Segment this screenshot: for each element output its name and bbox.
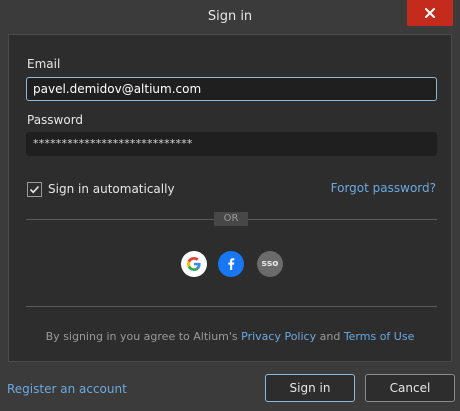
title-bar: Sign in [0,0,460,34]
terms-of-use-link[interactable]: Terms of Use [344,330,415,343]
email-field[interactable]: pavel.demidov@altium.com [26,77,437,101]
window-title: Sign in [207,9,253,24]
password-field[interactable]: **************************** [26,132,437,156]
google-signin-button[interactable] [181,251,207,277]
bottom-divider [26,306,437,307]
auto-signin-label: Sign in automatically [48,182,175,196]
google-icon [187,257,201,271]
privacy-policy-link[interactable]: Privacy Policy [241,330,316,343]
sign-in-button[interactable]: Sign in [265,374,355,402]
sso-signin-button[interactable]: sso [257,251,283,277]
register-account-link[interactable]: Register an account [7,382,127,396]
or-label: OR [214,212,248,226]
forgot-password-link[interactable]: Forgot password? [331,181,436,195]
agreement-and: and [316,330,344,343]
close-icon [425,8,435,18]
agreement-text: By signing in you agree to Altium's Priv… [9,330,451,343]
auto-signin-row[interactable]: Sign in automatically [27,181,175,197]
facebook-icon [228,258,235,270]
email-label: Email [27,57,61,71]
password-label: Password [27,113,84,127]
check-icon [29,185,40,193]
sign-in-panel: Email pavel.demidov@altium.com Password … [8,34,452,362]
close-button[interactable] [407,0,453,26]
agreement-prefix: By signing in you agree to Altium's [45,330,242,343]
auto-signin-checkbox[interactable] [27,181,42,197]
facebook-signin-button[interactable] [218,251,244,277]
cancel-button[interactable]: Cancel [365,374,455,402]
